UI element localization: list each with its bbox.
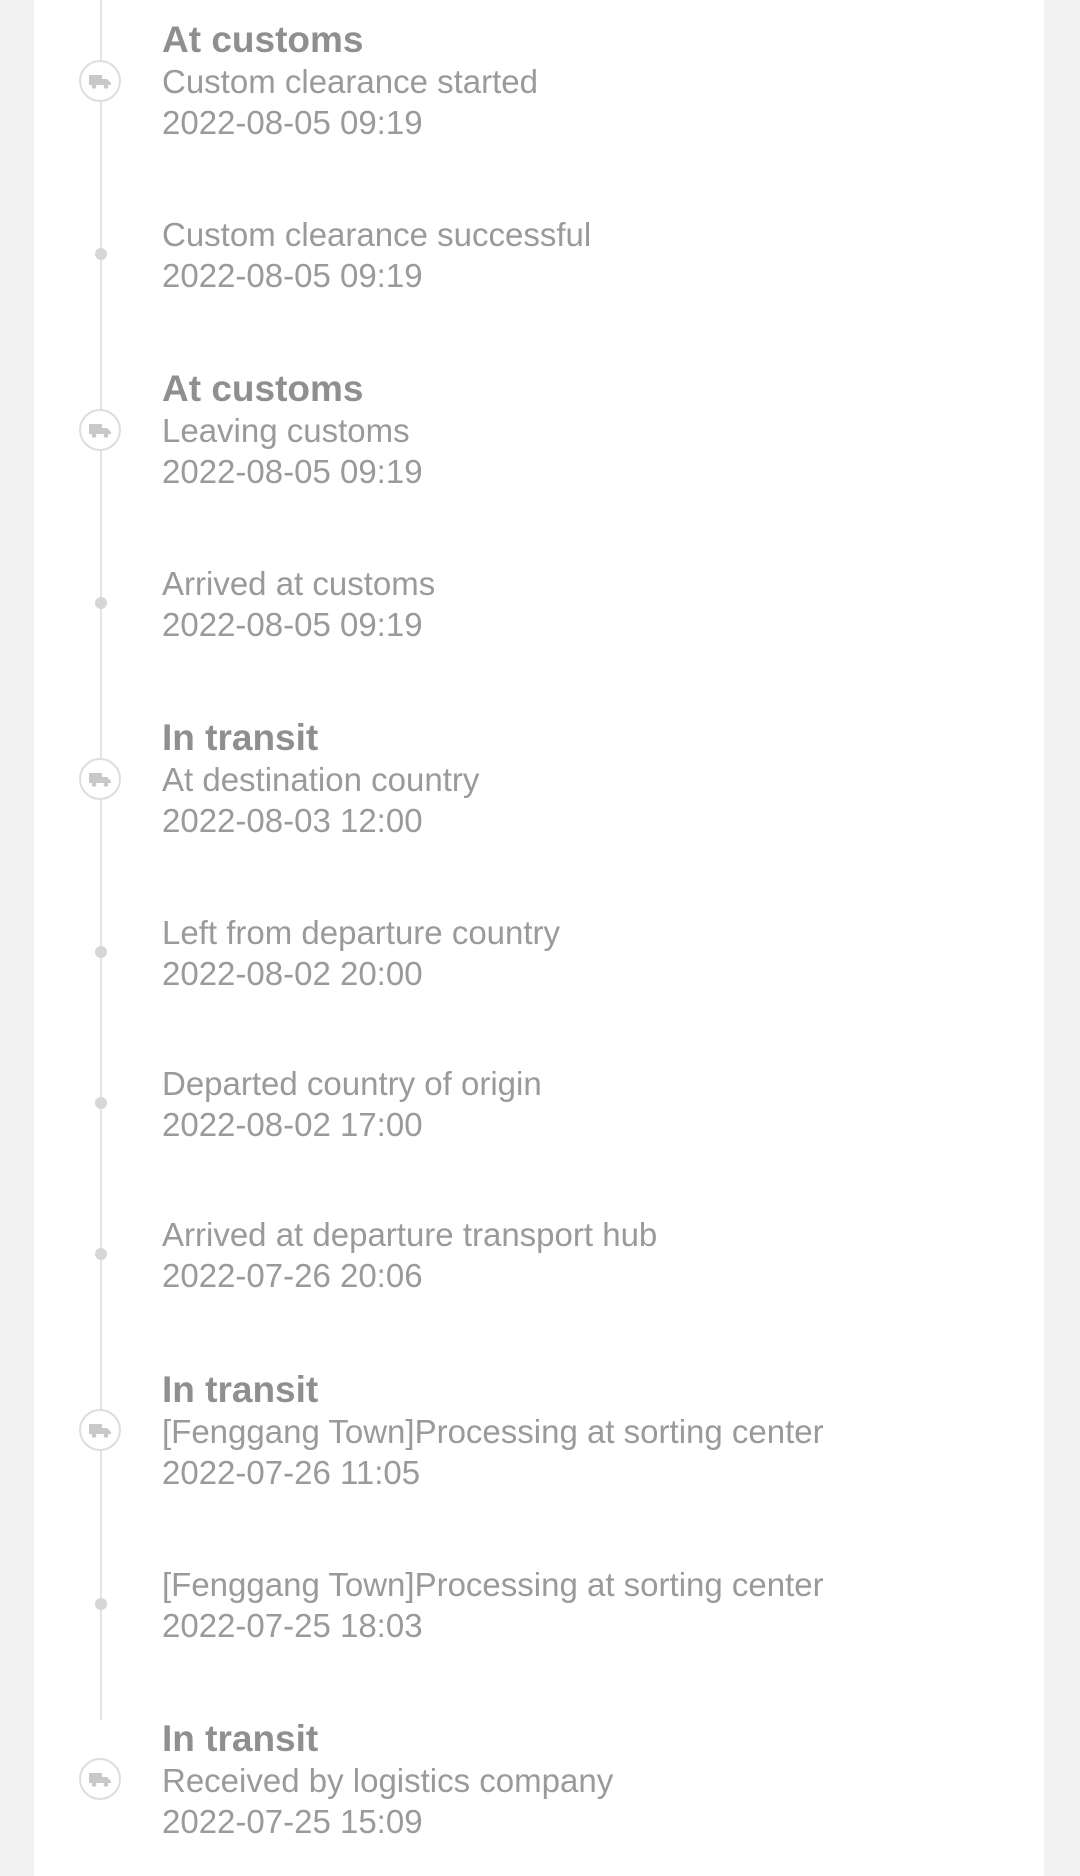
truck-icon xyxy=(79,409,121,451)
event-status: At customs xyxy=(162,368,364,409)
event-time: 2022-08-05 09:19 xyxy=(162,104,423,141)
event-description: Custom clearance successful xyxy=(162,216,592,253)
event-time: 2022-08-02 20:00 xyxy=(162,955,423,992)
event-time: 2022-08-02 17:00 xyxy=(162,1106,423,1143)
event-description: Received by logistics company xyxy=(162,1762,614,1799)
event-time: 2022-08-03 12:00 xyxy=(162,802,423,839)
timeline-dot xyxy=(95,1097,107,1109)
truck-icon xyxy=(79,1409,121,1451)
truck-icon xyxy=(79,1758,121,1800)
event-description: Arrived at departure transport hub xyxy=(162,1216,658,1253)
event-status: In transit xyxy=(162,717,319,758)
event-time: 2022-08-05 09:19 xyxy=(162,453,423,490)
timeline-dot xyxy=(95,597,107,609)
timeline-dot xyxy=(95,1248,107,1260)
event-status: At customs xyxy=(162,19,364,60)
truck-icon xyxy=(79,60,121,102)
timeline-dot xyxy=(95,946,107,958)
truck-icon xyxy=(79,758,121,800)
event-description: At destination country xyxy=(162,761,480,798)
event-time: 2022-07-25 15:09 xyxy=(162,1803,423,1840)
event-description: Arrived at customs xyxy=(162,565,436,602)
event-description: Departed country of origin xyxy=(162,1065,542,1102)
event-status: In transit xyxy=(162,1369,319,1410)
event-time: 2022-07-26 11:05 xyxy=(162,1454,421,1491)
event-description: Custom clearance started xyxy=(162,63,539,100)
event-description: Left from departure country xyxy=(162,914,561,951)
event-status: In transit xyxy=(162,1718,319,1759)
tracking-timeline-card: At customs Custom clearance started 2022… xyxy=(34,0,1044,1876)
event-time: 2022-08-05 09:19 xyxy=(162,606,423,643)
event-time: 2022-07-25 18:03 xyxy=(162,1607,423,1644)
timeline-dot xyxy=(95,1598,107,1610)
event-description: [Fenggang Town]Processing at sorting cen… xyxy=(162,1566,824,1603)
timeline-dot xyxy=(95,248,107,260)
event-time: 2022-08-05 09:19 xyxy=(162,257,423,294)
event-description: [Fenggang Town]Processing at sorting cen… xyxy=(162,1413,824,1450)
event-description: Leaving customs xyxy=(162,412,410,449)
event-time: 2022-07-26 20:06 xyxy=(162,1257,423,1294)
